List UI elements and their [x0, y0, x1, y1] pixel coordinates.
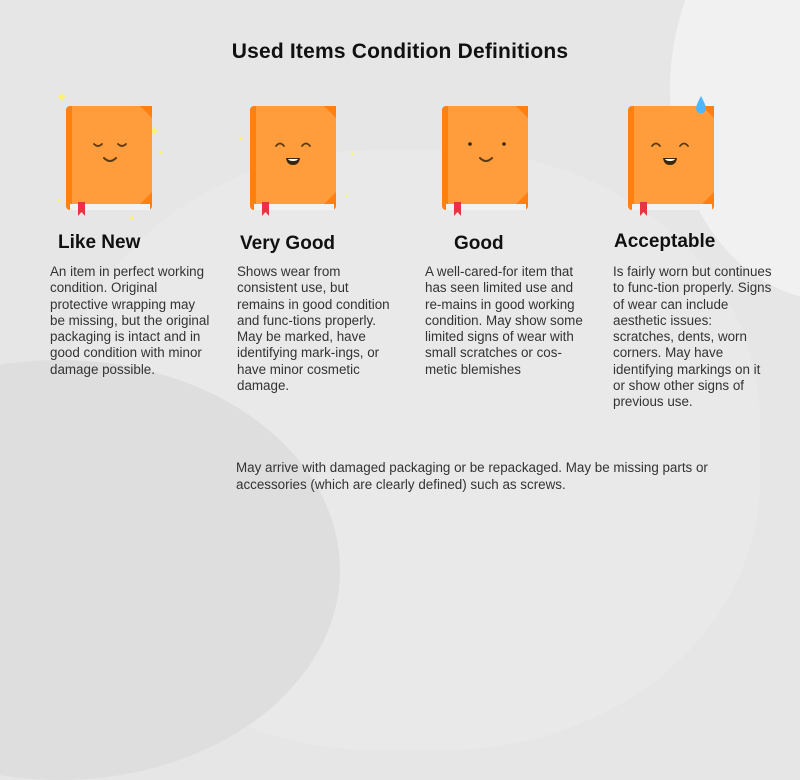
sparkle-icon: ✦ — [344, 194, 350, 200]
condition-name: Very Good — [240, 233, 336, 254]
book-icon — [66, 106, 152, 216]
book-icon — [628, 106, 714, 216]
book-illustration: ✦ ✦ ✦ ✦ ✦ — [56, 89, 166, 223]
condition-description: A well-cared-for item that has seen limi… — [425, 264, 583, 377]
condition-description: An item in perfect working condition. Or… — [50, 264, 210, 377]
sparkle-icon: ✦ — [350, 152, 356, 158]
book-icon — [250, 106, 336, 216]
condition-card-very-good: ✦ ✦ ✦ Very Good Shows wear from consiste… — [237, 90, 430, 393]
condition-name: Acceptable — [614, 231, 716, 252]
sparkle-icon: ✦ — [238, 136, 244, 143]
sweat-drop-icon — [696, 96, 706, 114]
book-illustration — [432, 90, 542, 220]
sparkle-icon: ✦ — [158, 150, 164, 157]
condition-name: Like New — [58, 232, 141, 253]
condition-description: Is fairly worn but continues to func-tio… — [613, 264, 772, 410]
sparkle-icon: ✦ — [56, 89, 68, 105]
condition-name: Good — [454, 233, 504, 254]
book-illustration — [618, 90, 728, 220]
sparkle-icon: ✦ — [56, 198, 62, 205]
condition-description: Shows wear from consistent use, but rema… — [237, 264, 390, 394]
footnote: May arrive with damaged packaging or be … — [236, 460, 708, 492]
condition-card-good: Good A well-cared-for item that has seen… — [425, 90, 622, 377]
book-icon — [442, 106, 528, 216]
page-title: Used Items Condition Definitions — [231, 40, 569, 63]
condition-card-like-new: ✦ ✦ ✦ ✦ ✦ Like New An item in perfect wo… — [50, 89, 246, 377]
condition-card-acceptable: Acceptable Is fairly worn but continues … — [613, 90, 800, 409]
book-illustration: ✦ ✦ ✦ — [238, 90, 355, 220]
